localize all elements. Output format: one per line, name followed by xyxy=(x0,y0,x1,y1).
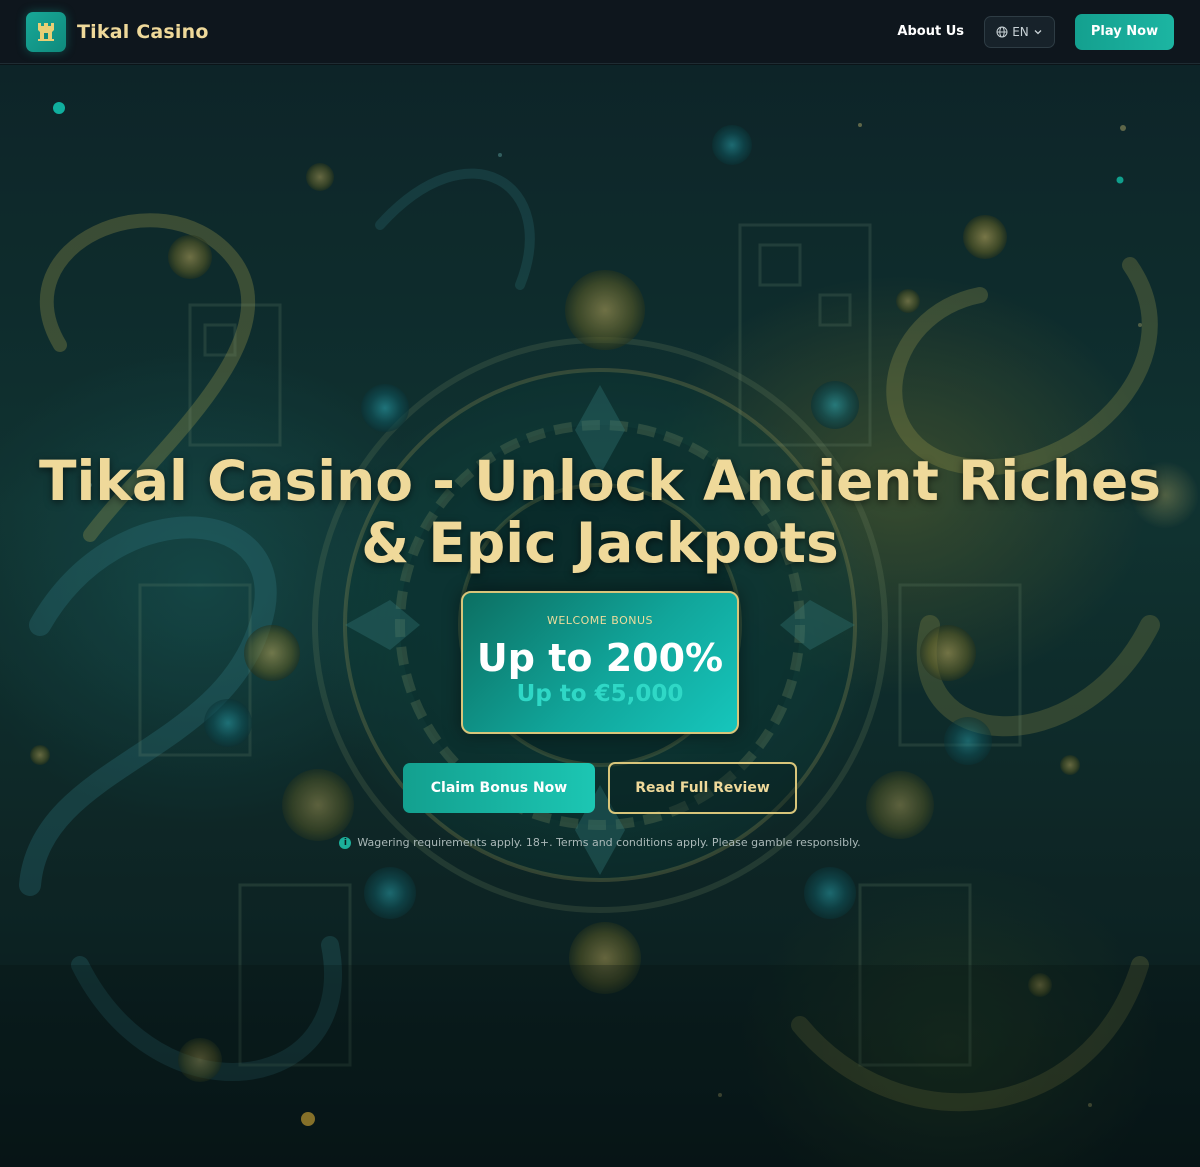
top-nav: About Us EN Play Now xyxy=(897,13,1174,50)
site-header: Tikal Casino About Us EN Play Now xyxy=(0,0,1200,64)
globe-icon xyxy=(996,26,1008,37)
disclaimer-text: Wagering requirements apply. 18+. Terms … xyxy=(357,836,861,849)
welcome-bonus-card: WELCOME BONUS Up to 200% Up to €5,000 xyxy=(461,591,739,734)
about-us-link[interactable]: About Us xyxy=(897,24,964,39)
bonus-percentage: Up to 200% xyxy=(476,636,724,680)
brand[interactable]: Tikal Casino xyxy=(26,11,209,52)
bonus-label: WELCOME BONUS xyxy=(546,614,653,627)
brand-name: Tikal Casino xyxy=(77,20,209,43)
hero-section: Tikal Casino - Unlock Ancient Riches & E… xyxy=(0,65,1200,1167)
disclaimer: i Wagering requirements apply. 18+. Term… xyxy=(0,836,1200,849)
language-label: EN xyxy=(1012,24,1029,39)
language-selector[interactable]: EN xyxy=(984,15,1055,48)
hero-title: Tikal Casino - Unlock Ancient Riches & E… xyxy=(38,449,1162,575)
bonus-amount: Up to €5,000 xyxy=(516,681,684,707)
claim-bonus-button[interactable]: Claim Bonus Now xyxy=(403,763,595,813)
chevron-down-icon xyxy=(1034,29,1042,34)
castle-tower-icon xyxy=(26,11,66,52)
info-icon: i xyxy=(339,836,352,849)
read-review-button[interactable]: Read Full Review xyxy=(608,762,797,814)
play-now-button[interactable]: Play Now xyxy=(1075,13,1174,50)
